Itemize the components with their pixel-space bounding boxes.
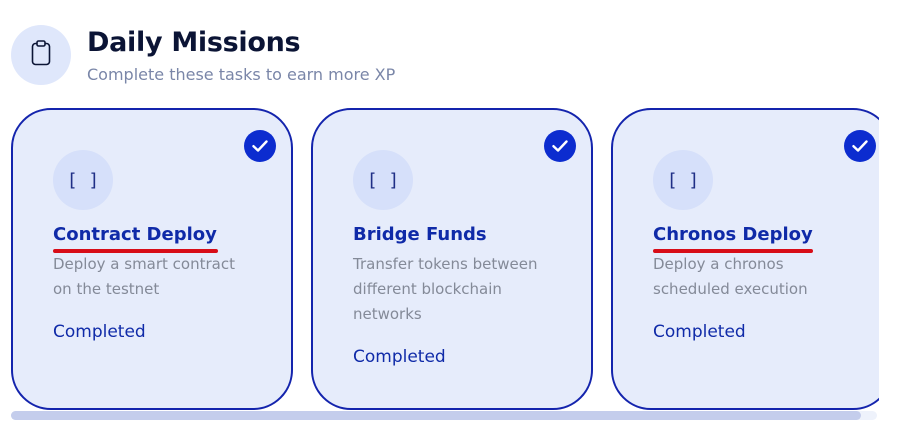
check-icon [844, 130, 876, 162]
page-subtitle: Complete these tasks to earn more XP [87, 65, 396, 84]
check-icon [244, 130, 276, 162]
clipboard-icon [30, 40, 52, 70]
check-icon [544, 130, 576, 162]
scrollbar-thumb[interactable] [11, 411, 861, 420]
header-badge [11, 25, 71, 85]
mission-description: Deploy a chronos scheduled execution [653, 255, 808, 298]
mission-card-chronos-deploy[interactable]: [ ] Chronos Deploy Deploy a chronos sche… [611, 108, 879, 410]
horizontal-scrollbar[interactable] [11, 411, 877, 420]
mission-status: Completed [53, 322, 146, 342]
mission-status: Completed [653, 322, 746, 342]
mission-description: Deploy a smart contract on the testnet [53, 255, 235, 298]
mission-description: Transfer tokens between different blockc… [353, 255, 538, 323]
mission-status: Completed [353, 347, 446, 367]
brackets-icon: [ ] [653, 150, 713, 210]
mission-card-contract-deploy[interactable]: [ ] Contract Deploy Deploy a smart contr… [11, 108, 293, 410]
missions-carousel[interactable]: [ ] Contract Deploy Deploy a smart contr… [0, 100, 879, 418]
mission-card-bridge-funds[interactable]: [ ] Bridge Funds Transfer tokens between… [311, 108, 593, 410]
mission-title: Chronos Deploy [653, 224, 813, 245]
missions-header: Daily Missions Complete these tasks to e… [11, 25, 891, 87]
brackets-icon: [ ] [53, 150, 113, 210]
page-title: Daily Missions [87, 27, 301, 58]
brackets-icon: [ ] [353, 150, 413, 210]
mission-title: Contract Deploy [53, 224, 217, 245]
mission-title: Bridge Funds [353, 224, 487, 245]
